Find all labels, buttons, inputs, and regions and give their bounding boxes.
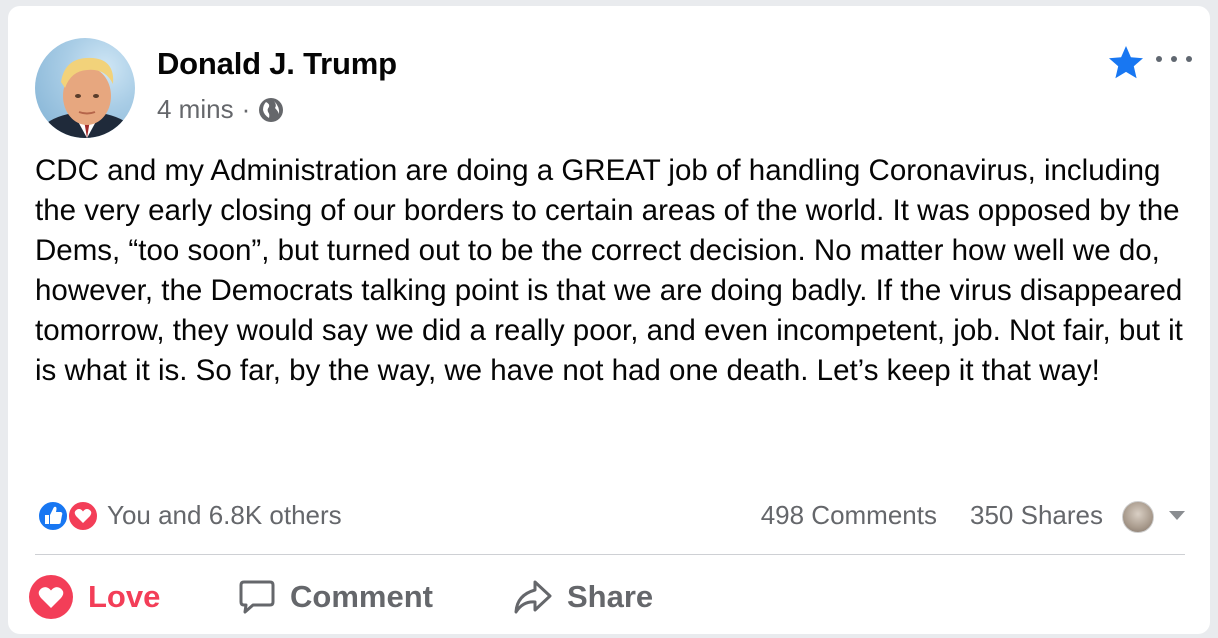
comment-button[interactable]: Comment — [238, 572, 433, 622]
share-button[interactable]: Share — [513, 572, 653, 622]
more-dot — [1186, 56, 1192, 62]
share-icon — [514, 580, 552, 614]
post-card: Donald J. Trump 4 mins · CDC and my Admi… — [8, 6, 1210, 634]
comment-label: Comment — [290, 579, 433, 614]
reaction-summary[interactable]: You and 6.8K others — [107, 500, 342, 531]
comment-icon — [239, 580, 275, 614]
post-timestamp[interactable]: 4 mins — [157, 94, 234, 125]
post-meta: 4 mins · — [157, 94, 284, 125]
comments-count[interactable]: 498 Comments — [761, 500, 937, 531]
author-photo — [35, 57, 135, 138]
more-dot — [1156, 56, 1162, 62]
globe-icon[interactable] — [258, 97, 284, 123]
love-button[interactable]: Love — [28, 572, 160, 622]
author-avatar[interactable] — [35, 38, 135, 138]
reactions-bar: You and 6.8K others 498 Comments 350 Sha… — [35, 496, 1185, 533]
love-icon — [67, 500, 99, 532]
divider — [35, 554, 1185, 555]
viewer-avatar[interactable] — [1122, 501, 1154, 533]
post-text: CDC and my Administration are doing a GR… — [35, 154, 1183, 387]
shares-count[interactable]: 350 Shares — [970, 500, 1103, 531]
more-horizontal-icon[interactable] — [1156, 52, 1192, 66]
author-name[interactable]: Donald J. Trump — [157, 46, 397, 82]
love-label: Love — [88, 579, 161, 614]
like-icon — [37, 500, 69, 532]
chevron-down-icon[interactable] — [1169, 511, 1185, 520]
star-icon[interactable] — [1107, 44, 1145, 82]
love-icon — [29, 575, 73, 619]
meta-separator: · — [241, 94, 251, 124]
share-label: Share — [567, 579, 654, 614]
reaction-icons[interactable] — [35, 500, 105, 532]
more-dot — [1171, 56, 1177, 62]
